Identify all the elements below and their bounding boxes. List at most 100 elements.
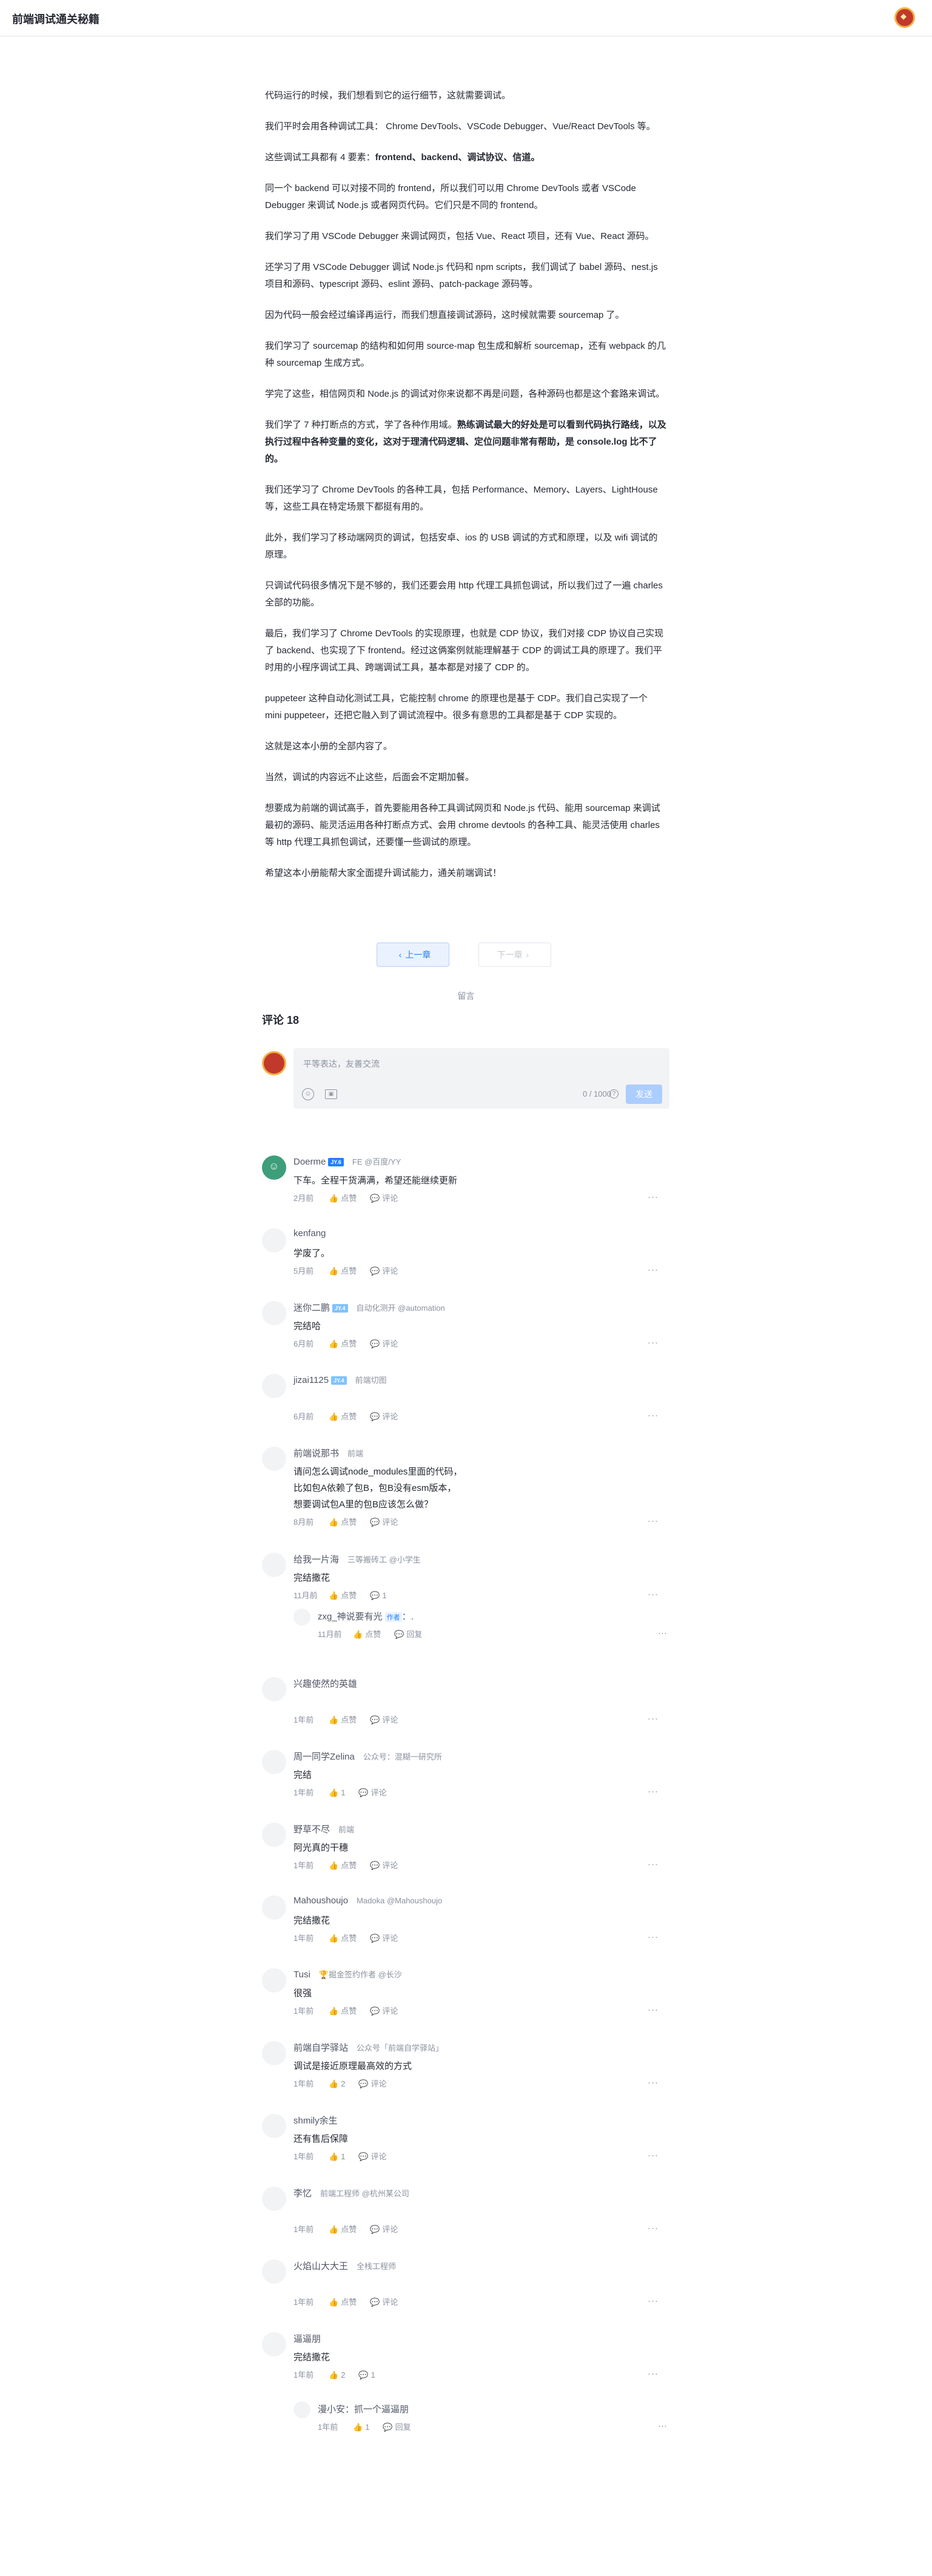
commenter-avatar[interactable] — [262, 2187, 286, 2211]
reply-button[interactable]: 💬 1 — [358, 2370, 375, 2380]
replier-avatar[interactable] — [293, 1609, 310, 1626]
commenter-name[interactable]: kenfang — [293, 1228, 326, 1239]
like-button[interactable]: 👍 点赞 — [329, 1589, 357, 1601]
commenter-avatar[interactable] — [262, 1968, 286, 1993]
like-button[interactable]: 👍 1 — [329, 1788, 345, 1798]
commenter-name[interactable]: Tusi — [293, 1969, 310, 1980]
commenter-name[interactable]: 周一同学Zelina — [293, 1752, 355, 1762]
commenter-name[interactable]: 前端说那书 — [293, 1448, 339, 1459]
more-icon[interactable]: ··· — [648, 1859, 659, 1869]
like-button[interactable]: 👍 点赞 — [329, 1265, 357, 1276]
more-icon[interactable]: ··· — [658, 2421, 667, 2431]
commenter-avatar[interactable] — [262, 2041, 286, 2065]
commenter-avatar[interactable] — [262, 1228, 286, 1253]
commenter-avatar[interactable] — [262, 1447, 286, 1471]
commenter-avatar[interactable] — [262, 1895, 286, 1920]
reply-button[interactable]: 💬 评论 — [370, 1192, 398, 1203]
reply-button[interactable]: 💬 评论 — [358, 2077, 386, 2089]
comment-input[interactable]: 平等表达，友善交流 — [303, 1058, 380, 1070]
more-icon[interactable]: ··· — [648, 2005, 659, 2015]
more-icon[interactable]: ··· — [648, 1337, 659, 1348]
commenter-name[interactable]: 李忆 — [293, 2188, 312, 2199]
user-avatar[interactable] — [894, 7, 915, 28]
comment-editor[interactable]: 平等表达，友善交流 ☺ ▣ 0 / 1000 ? 发送 — [293, 1048, 669, 1109]
reply-button[interactable]: 💬 评论 — [370, 1410, 398, 1422]
reply-button[interactable]: 💬 回复 — [383, 2421, 411, 2432]
commenter-avatar[interactable] — [262, 1823, 286, 1847]
more-icon[interactable]: ··· — [648, 1410, 659, 1421]
reply-button[interactable]: 💬 评论 — [370, 1713, 398, 1725]
like-button[interactable]: 👍 点赞 — [329, 1337, 357, 1349]
more-icon[interactable]: ··· — [648, 1192, 659, 1202]
like-button[interactable]: 👍 点赞 — [329, 2296, 357, 2307]
commenter-avatar[interactable] — [262, 1374, 286, 1398]
reply-button[interactable]: 💬 评论 — [358, 2150, 386, 2162]
like-button[interactable]: 👍 2 — [329, 2370, 345, 2380]
like-button[interactable]: 👍 点赞 — [329, 1192, 357, 1203]
commenter-name[interactable]: 逼逼朋 — [293, 2334, 321, 2344]
book-title[interactable]: 前端调试通关秘籍 — [12, 11, 99, 27]
like-button[interactable]: 👍 点赞 — [329, 2005, 357, 2016]
reply-button[interactable]: 💬 评论 — [370, 2223, 398, 2235]
reply-button[interactable]: 💬 评论 — [370, 1859, 398, 1871]
reply-button[interactable]: 💬 评论 — [370, 2005, 398, 2016]
like-button[interactable]: 👍 点赞 — [329, 2223, 357, 2235]
prev-chapter-button[interactable]: ‹ 上一章 — [377, 943, 449, 967]
image-upload-icon[interactable]: ▣ — [325, 1089, 337, 1099]
commenter-name[interactable]: 火焰山大大王 — [293, 2261, 348, 2272]
reply-button[interactable]: 💬 评论 — [370, 1337, 398, 1349]
emoji-icon[interactable]: ☺ — [302, 1088, 314, 1100]
more-icon[interactable]: ··· — [648, 2077, 659, 2088]
reply-button[interactable]: 💬 评论 — [370, 2296, 398, 2307]
commenter-avatar[interactable] — [262, 1155, 286, 1180]
commenter-name[interactable]: 兴趣使然的英雄 — [293, 1679, 357, 1689]
commenter-name[interactable]: 给我一片海 — [293, 1555, 339, 1565]
more-icon[interactable]: ··· — [648, 2296, 659, 2306]
more-icon[interactable]: ··· — [648, 2223, 659, 2233]
reply-button[interactable]: 💬 评论 — [358, 1786, 386, 1798]
next-chapter-button[interactable]: 下一章 › — [478, 943, 551, 967]
reply-button[interactable]: 💬 评论 — [370, 1932, 398, 1943]
more-icon[interactable]: ··· — [658, 1628, 667, 1638]
more-icon[interactable]: ··· — [648, 1713, 659, 1724]
commenter-name[interactable]: Mahoushoujo — [293, 1895, 348, 1906]
commenter-avatar[interactable] — [262, 1553, 286, 1577]
commenter-name[interactable]: 迷你二鹏 — [293, 1303, 330, 1313]
commenter-avatar[interactable] — [262, 1301, 286, 1325]
like-button[interactable]: 👍 点赞 — [329, 1713, 357, 1725]
like-button[interactable]: 👍 点赞 — [329, 1859, 357, 1871]
like-button[interactable]: 👍 点赞 — [329, 1410, 357, 1422]
reply-button[interactable]: 💬 回复 — [394, 1628, 422, 1639]
commenter-name[interactable]: Doerme — [293, 1157, 326, 1167]
more-icon[interactable]: ··· — [648, 1589, 659, 1599]
send-button[interactable]: 发送 — [626, 1085, 662, 1104]
more-icon[interactable]: ··· — [648, 1265, 659, 1275]
help-icon[interactable]: ? — [609, 1089, 619, 1098]
commenter-avatar[interactable] — [262, 1677, 286, 1701]
commenter-avatar[interactable] — [262, 2332, 286, 2356]
reply-button[interactable]: 💬 评论 — [370, 1516, 398, 1527]
commenter-name[interactable]: 前端自学驿站 — [293, 2043, 348, 2053]
like-button[interactable]: 👍 1 — [329, 2152, 345, 2162]
more-icon[interactable]: ··· — [648, 2150, 659, 2161]
reply-button[interactable]: 💬 1 — [370, 1591, 386, 1601]
commenter-avatar[interactable] — [262, 1750, 286, 1774]
more-icon[interactable]: ··· — [648, 1786, 659, 1797]
like-button[interactable]: 👍 点赞 — [329, 1516, 357, 1527]
more-icon[interactable]: ··· — [648, 1932, 659, 1942]
replier-name[interactable]: zxg_神说要有光 — [318, 1612, 383, 1622]
like-button[interactable]: 👍 1 — [353, 2423, 369, 2432]
commenter-name[interactable]: 野草不尽 — [293, 1824, 330, 1835]
replier-name[interactable]: 漫小安：抓一个逼逼朋 — [318, 2404, 409, 2415]
more-icon[interactable]: ··· — [648, 1516, 659, 1526]
commenter-name[interactable]: shmily余生 — [293, 2116, 338, 2126]
more-icon[interactable]: ··· — [648, 2369, 659, 2379]
like-button[interactable]: 👍 点赞 — [329, 1932, 357, 1943]
commenter-avatar[interactable] — [262, 2114, 286, 2138]
commenter-name[interactable]: jizai1125 — [293, 1375, 329, 1385]
reply-button[interactable]: 💬 评论 — [370, 1265, 398, 1276]
commenter-avatar[interactable] — [262, 2259, 286, 2284]
replier-avatar[interactable] — [293, 2401, 310, 2418]
like-button[interactable]: 👍 2 — [329, 2079, 345, 2089]
like-button[interactable]: 👍 点赞 — [353, 1628, 381, 1639]
